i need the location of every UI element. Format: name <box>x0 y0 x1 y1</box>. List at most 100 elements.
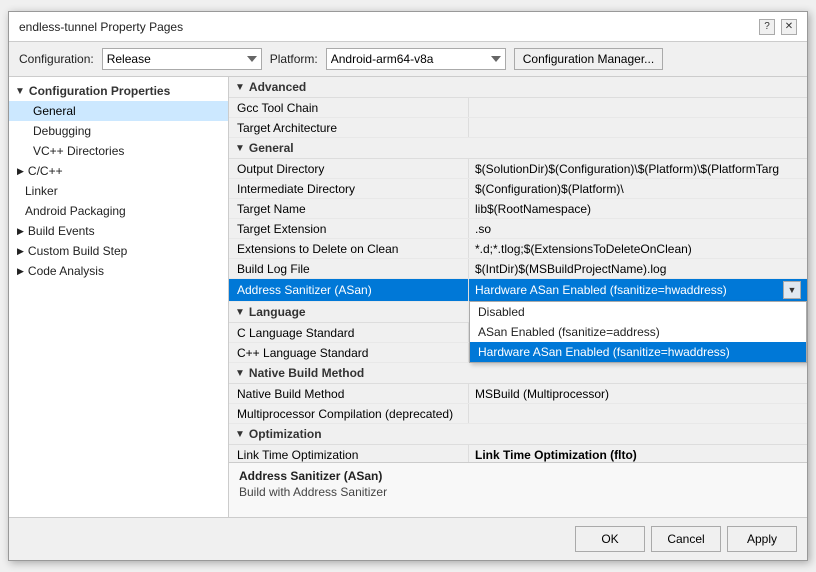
code-analysis-arrow: ▶ <box>17 266 24 277</box>
prop-value-lto: Link Time Optimization (flto) <box>469 445 807 462</box>
prop-value-asan[interactable]: Hardware ASan Enabled (fsanitize=hwaddre… <box>469 279 807 301</box>
left-panel: ▼ Configuration Properties General Debug… <box>9 77 229 517</box>
cpp-arrow: ▶ <box>17 166 24 177</box>
prop-name-gcc: Gcc Tool Chain <box>229 98 469 117</box>
config-manager-button[interactable]: Configuration Manager... <box>514 48 663 70</box>
prop-name-output-dir: Output Directory <box>229 159 469 178</box>
help-button[interactable]: ? <box>759 19 775 35</box>
prop-value-native-method: MSBuild (Multiprocessor) <box>469 384 807 403</box>
prop-value-target-name: lib$(RootNamespace) <box>469 199 807 218</box>
optimization-arrow: ▼ <box>235 429 245 440</box>
custom-build-arrow: ▶ <box>17 246 24 257</box>
row-ext-delete[interactable]: Extensions to Delete on Clean *.d;*.tlog… <box>229 239 807 259</box>
native-build-arrow: ▼ <box>235 368 245 379</box>
code-analysis-label: Code Analysis <box>28 264 104 278</box>
config-label: Configuration: <box>19 52 94 66</box>
title-bar-controls: ? ✕ <box>759 19 797 35</box>
row-target-name[interactable]: Target Name lib$(RootNamespace) <box>229 199 807 219</box>
prop-value-intermediate-dir: $(Configuration)$(Platform)\ <box>469 179 807 198</box>
asan-dropdown-btn[interactable]: ▼ <box>783 281 801 299</box>
property-pages-dialog: endless-tunnel Property Pages ? ✕ Config… <box>8 11 808 561</box>
main-content: ▼ Configuration Properties General Debug… <box>9 77 807 517</box>
tree-item-linker[interactable]: Linker <box>9 181 228 201</box>
tree-group-code-analysis[interactable]: ▶ Code Analysis <box>9 261 228 281</box>
language-arrow: ▼ <box>235 307 245 318</box>
asan-value-text: Hardware ASan Enabled (fsanitize=hwaddre… <box>475 283 783 297</box>
prop-value-ext-delete: *.d;*.tlog;$(ExtensionsToDeleteOnClean) <box>469 239 807 258</box>
prop-value-target-ext: .so <box>469 219 807 238</box>
row-target-architecture[interactable]: Target Architecture <box>229 118 807 138</box>
asan-dropdown: Disabled ASan Enabled (fsanitize=address… <box>469 301 807 363</box>
cpp-label: C/C++ <box>28 164 63 178</box>
custom-build-label: Custom Build Step <box>28 244 127 258</box>
title-bar: endless-tunnel Property Pages ? ✕ <box>9 12 807 42</box>
optimization-label: Optimization <box>249 427 322 441</box>
prop-name-c-lang: C Language Standard <box>229 323 469 342</box>
row-build-log[interactable]: Build Log File $(IntDir)$(MSBuildProject… <box>229 259 807 279</box>
dropdown-item-hwasan[interactable]: Hardware ASan Enabled (fsanitize=hwaddre… <box>470 342 806 362</box>
ok-button[interactable]: OK <box>575 526 645 552</box>
bottom-bar: OK Cancel Apply <box>9 517 807 560</box>
section-general[interactable]: ▼ General <box>229 138 807 159</box>
tree-item-general[interactable]: General <box>9 101 228 121</box>
language-label: Language <box>249 305 306 319</box>
row-native-build-method[interactable]: Native Build Method MSBuild (Multiproces… <box>229 384 807 404</box>
section-optimization[interactable]: ▼ Optimization <box>229 424 807 445</box>
cancel-button[interactable]: Cancel <box>651 526 721 552</box>
row-address-sanitizer[interactable]: Address Sanitizer (ASan) Hardware ASan E… <box>229 279 807 302</box>
general-arrow: ▼ <box>235 143 245 154</box>
prop-value-output-dir: $(SolutionDir)$(Configuration)\$(Platfor… <box>469 159 807 178</box>
platform-select[interactable]: Android-arm64-v8a <box>326 48 506 70</box>
tree-root-label: Configuration Properties <box>29 84 170 98</box>
info-description: Build with Address Sanitizer <box>239 485 797 499</box>
configuration-select[interactable]: Release <box>102 48 262 70</box>
platform-label: Platform: <box>270 52 318 66</box>
row-intermediate-dir[interactable]: Intermediate Directory $(Configuration)$… <box>229 179 807 199</box>
prop-name-target-name: Target Name <box>229 199 469 218</box>
tree-group-custom-build[interactable]: ▶ Custom Build Step <box>9 241 228 261</box>
tree-item-vc-directories[interactable]: VC++ Directories <box>9 141 228 161</box>
properties-table: ▼ Advanced Gcc Tool Chain Target Archite… <box>229 77 807 462</box>
section-native-build[interactable]: ▼ Native Build Method <box>229 363 807 384</box>
tree-group-cpp[interactable]: ▶ C/C++ <box>9 161 228 181</box>
row-target-ext[interactable]: Target Extension .so <box>229 219 807 239</box>
advanced-arrow: ▼ <box>235 82 245 93</box>
tree-root[interactable]: ▼ Configuration Properties <box>9 81 228 101</box>
prop-name-target-arch: Target Architecture <box>229 118 469 137</box>
prop-name-intermediate-dir: Intermediate Directory <box>229 179 469 198</box>
info-panel: Address Sanitizer (ASan) Build with Addr… <box>229 462 807 517</box>
apply-button[interactable]: Apply <box>727 526 797 552</box>
prop-name-native-method: Native Build Method <box>229 384 469 403</box>
close-button[interactable]: ✕ <box>781 19 797 35</box>
dropdown-item-disabled[interactable]: Disabled <box>470 302 806 322</box>
general-label: General <box>249 141 294 155</box>
prop-name-ext-delete: Extensions to Delete on Clean <box>229 239 469 258</box>
dialog-title: endless-tunnel Property Pages <box>19 20 183 34</box>
advanced-label: Advanced <box>249 80 306 94</box>
right-panel: ▼ Advanced Gcc Tool Chain Target Archite… <box>229 77 807 517</box>
prop-name-lto: Link Time Optimization <box>229 445 469 462</box>
info-title: Address Sanitizer (ASan) <box>239 469 797 483</box>
prop-name-target-ext: Target Extension <box>229 219 469 238</box>
row-gcc-tool-chain[interactable]: Gcc Tool Chain <box>229 98 807 118</box>
prop-name-build-log: Build Log File <box>229 259 469 278</box>
tree-group-build-events[interactable]: ▶ Build Events <box>9 221 228 241</box>
row-lto[interactable]: Link Time Optimization Link Time Optimiz… <box>229 445 807 462</box>
prop-value-target-arch <box>469 118 807 137</box>
build-events-arrow: ▶ <box>17 226 24 237</box>
section-advanced[interactable]: ▼ Advanced <box>229 77 807 98</box>
prop-value-multiprocessor <box>469 404 807 423</box>
row-output-dir[interactable]: Output Directory $(SolutionDir)$(Configu… <box>229 159 807 179</box>
prop-value-gcc <box>469 98 807 117</box>
prop-name-asan: Address Sanitizer (ASan) <box>229 279 469 301</box>
tree-item-android-packaging[interactable]: Android Packaging <box>9 201 228 221</box>
tree-root-arrow: ▼ <box>15 86 25 97</box>
prop-name-multiprocessor: Multiprocessor Compilation (deprecated) <box>229 404 469 423</box>
native-build-label: Native Build Method <box>249 366 364 380</box>
config-bar: Configuration: Release Platform: Android… <box>9 42 807 77</box>
prop-value-build-log: $(IntDir)$(MSBuildProjectName).log <box>469 259 807 278</box>
tree-item-debugging[interactable]: Debugging <box>9 121 228 141</box>
row-multiprocessor[interactable]: Multiprocessor Compilation (deprecated) <box>229 404 807 424</box>
build-events-label: Build Events <box>28 224 95 238</box>
dropdown-item-asan[interactable]: ASan Enabled (fsanitize=address) <box>470 322 806 342</box>
